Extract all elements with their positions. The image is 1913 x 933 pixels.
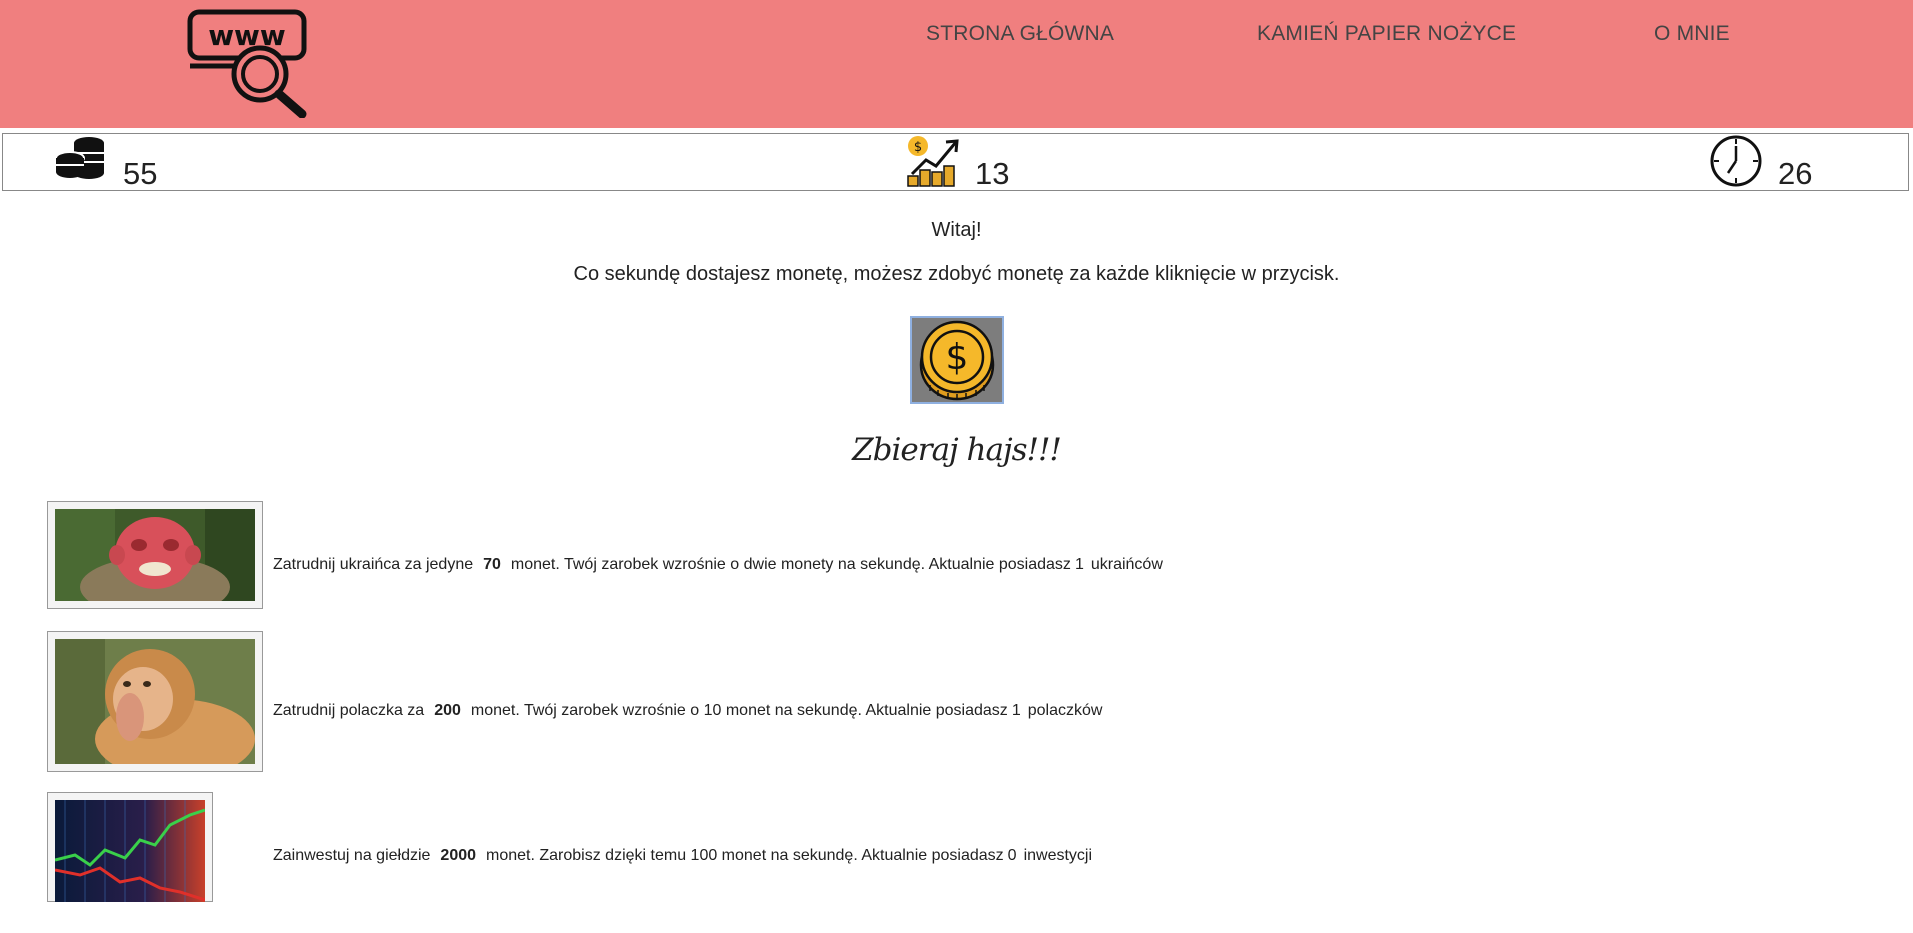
offer-count: 1 [1011,702,1021,719]
offer-price: 2000 [440,847,477,864]
offer-unit: inwestycji [1023,847,1093,864]
stock-chart-photo [55,800,205,902]
logo-text: www [208,19,286,52]
offer-unit: ukraińców [1090,556,1163,573]
svg-text:$: $ [946,337,969,378]
proboscis-monkey-photo [55,639,255,764]
svg-text:$: $ [914,140,922,155]
nav-kamien-papier-nozyce[interactable]: KAMIEŃ PAPIER NOŻYCE [1257,22,1516,46]
offer-text-mid: monet. Zarobisz dzięki temu 100 monet na… [486,847,1004,864]
offer-polaczek: Zatrudnij polaczka za 200 monet. Twój zaro… [273,702,1102,720]
income-value: 13 [975,156,1010,191]
offer-stock-image[interactable] [47,792,213,902]
header: www STRONA GŁÓWNA KAMIEŃ PAPIER NOŻYCE O… [0,0,1913,128]
offer-text-pre: Zatrudnij polaczka za [273,702,425,719]
offer-text-mid: monet. Twój zarobek wzrośnie o dwie mone… [510,556,1071,573]
description: Co sekundę dostajesz monetę, możesz zdob… [573,263,1340,285]
bald-uakari-monkey-photo [55,509,255,601]
offer-price: 200 [434,702,461,719]
coins-value: 55 [123,156,158,191]
time-value: 26 [1778,156,1813,191]
offer-price: 70 [483,556,501,573]
clock-icon [1709,134,1763,193]
income-growth-icon: $ [906,134,962,193]
nav-strona-glowna[interactable]: STRONA GŁÓWNA [926,22,1114,46]
offer-unit: polaczków [1027,702,1103,719]
www-search-logo[interactable]: www [186,8,310,119]
offer-text-pre: Zainwestuj na giełdzie [273,847,431,864]
collect-coin-button[interactable]: $ [910,316,1004,404]
slogan: Zbieraj hajs!!! [852,432,1062,468]
offer-stock: Zainwestuj na giełdzie 2000 monet. Zarobis… [273,847,1092,865]
nav-o-mnie[interactable]: O MNIE [1654,22,1730,46]
offer-ukrainian-image[interactable] [47,501,263,609]
offer-polaczek-image[interactable] [47,631,263,772]
stats-bar: 55 $ 13 26 [2,133,1909,191]
offer-count: 1 [1074,556,1084,573]
offer-text-pre: Zatrudnij ukraińca za jedyne [273,556,474,573]
greeting: Witaj! [931,219,982,241]
dollar-coin-icon: $ [919,320,995,401]
offer-text-mid: monet. Twój zarobek wzrośnie o 10 monet … [470,702,1008,719]
offer-count: 0 [1007,847,1017,864]
offer-ukrainian: Zatrudnij ukraińca za jedyne 70 monet. Twó… [273,556,1163,574]
coin-stack-icon [53,134,109,189]
